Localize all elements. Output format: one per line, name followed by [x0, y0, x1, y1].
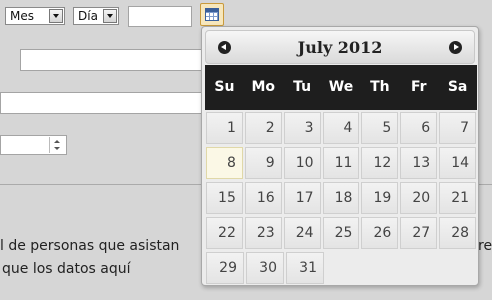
chevron-down-icon — [49, 9, 63, 23]
calendar-day[interactable]: 29 — [206, 252, 244, 284]
calendar-week-row: 29 30 31 — [205, 251, 477, 285]
calendar-day[interactable]: 15 — [206, 182, 243, 214]
number-stepper[interactable] — [0, 135, 67, 155]
datepicker-header: July 2012 — [205, 30, 475, 64]
calendar-day[interactable]: 9 — [244, 147, 282, 179]
calendar-day[interactable]: 21 — [439, 182, 477, 214]
calendar-day[interactable]: 24 — [283, 217, 321, 249]
month-select-value: Mes — [10, 9, 34, 23]
calendar-icon — [205, 8, 219, 21]
paragraph-line-2: que los datos aquí — [2, 261, 131, 277]
weekday-label: Fr — [410, 79, 427, 95]
calendar-day[interactable]: 16 — [244, 182, 282, 214]
calendar-week-row: 22 23 24 25 26 27 28 — [205, 216, 477, 250]
calendar-day[interactable]: 14 — [439, 147, 477, 179]
datepicker-popup: July 2012 Su Mo Tu We Th Fr Sa 1 2 3 4 5 6 7 8 9 10 11 12… — [201, 26, 479, 286]
stepper-buttons[interactable] — [49, 137, 65, 153]
calendar-day[interactable]: 17 — [283, 182, 321, 214]
weekday-header-row: Su Mo Tu We Th Fr Sa — [205, 65, 477, 110]
calendar-day-today[interactable]: 8 — [206, 147, 243, 179]
calendar-button[interactable] — [200, 3, 224, 26]
calendar-day[interactable]: 3 — [283, 112, 321, 144]
weekday-label: Su — [214, 79, 235, 95]
calendar-day[interactable]: 18 — [322, 182, 360, 214]
weekday-label: Th — [370, 79, 390, 95]
calendar-day[interactable]: 1 — [206, 112, 243, 144]
calendar-day[interactable]: 12 — [361, 147, 399, 179]
calendar-day[interactable]: 11 — [322, 147, 360, 179]
stepper-down-icon[interactable] — [54, 147, 60, 150]
empty-day-cell — [440, 252, 476, 284]
calendar-day[interactable]: 5 — [361, 112, 399, 144]
calendar-day[interactable]: 2 — [244, 112, 282, 144]
weekday-label: Tu — [293, 79, 312, 95]
next-month-icon[interactable] — [449, 41, 462, 54]
empty-day-cell — [364, 252, 400, 284]
calendar-day[interactable]: 28 — [439, 217, 477, 249]
month-select[interactable]: Mes — [5, 7, 65, 25]
calendar-day[interactable]: 13 — [400, 147, 438, 179]
calendar-week-row: 1234567 — [205, 111, 477, 145]
calendar-day[interactable]: 6 — [400, 112, 438, 144]
calendar-day[interactable]: 10 — [283, 147, 321, 179]
day-select-value: Día — [78, 9, 98, 23]
calendar-day[interactable]: 26 — [361, 217, 399, 249]
date-input[interactable] — [128, 6, 192, 27]
calendar-grid: Su Mo Tu We Th Fr Sa 1 2 3 4 5 6 7 8 9 10 11 12 13 14 15 16 17… — [205, 65, 477, 285]
day-select[interactable]: Día — [73, 7, 119, 25]
calendar-day[interactable]: 30 — [246, 252, 284, 284]
calendar-day[interactable]: 27 — [400, 217, 438, 249]
calendar-day[interactable]: 20 — [400, 182, 438, 214]
calendar-day[interactable]: 31 — [286, 252, 324, 284]
paragraph-line-1-tail: re — [478, 238, 492, 254]
calendar-day[interactable]: 19 — [361, 182, 399, 214]
text-field-1[interactable] — [20, 49, 210, 71]
paragraph-line-1: l de personas que asistan — [0, 238, 180, 254]
calendar-day[interactable]: 23 — [244, 217, 282, 249]
empty-day-cell — [326, 252, 362, 284]
chevron-down-icon — [103, 9, 117, 23]
weekday-label: Sa — [447, 79, 468, 95]
calendar-week-row: 15 16 17 18 19 20 21 — [205, 181, 477, 215]
stepper-up-icon[interactable] — [54, 140, 60, 143]
weekday-label: We — [328, 79, 354, 95]
calendar-week-row: 8 9 10 11 12 13 14 — [205, 146, 477, 180]
text-field-2[interactable] — [0, 92, 210, 114]
calendar-day[interactable]: 7 — [439, 112, 477, 144]
empty-day-cell — [402, 252, 438, 284]
calendar-day[interactable]: 22 — [206, 217, 243, 249]
calendar-day[interactable]: 25 — [322, 217, 360, 249]
weekday-label: Mo — [251, 79, 276, 95]
month-year-title: July 2012 — [297, 38, 383, 57]
calendar-day[interactable]: 4 — [322, 112, 360, 144]
